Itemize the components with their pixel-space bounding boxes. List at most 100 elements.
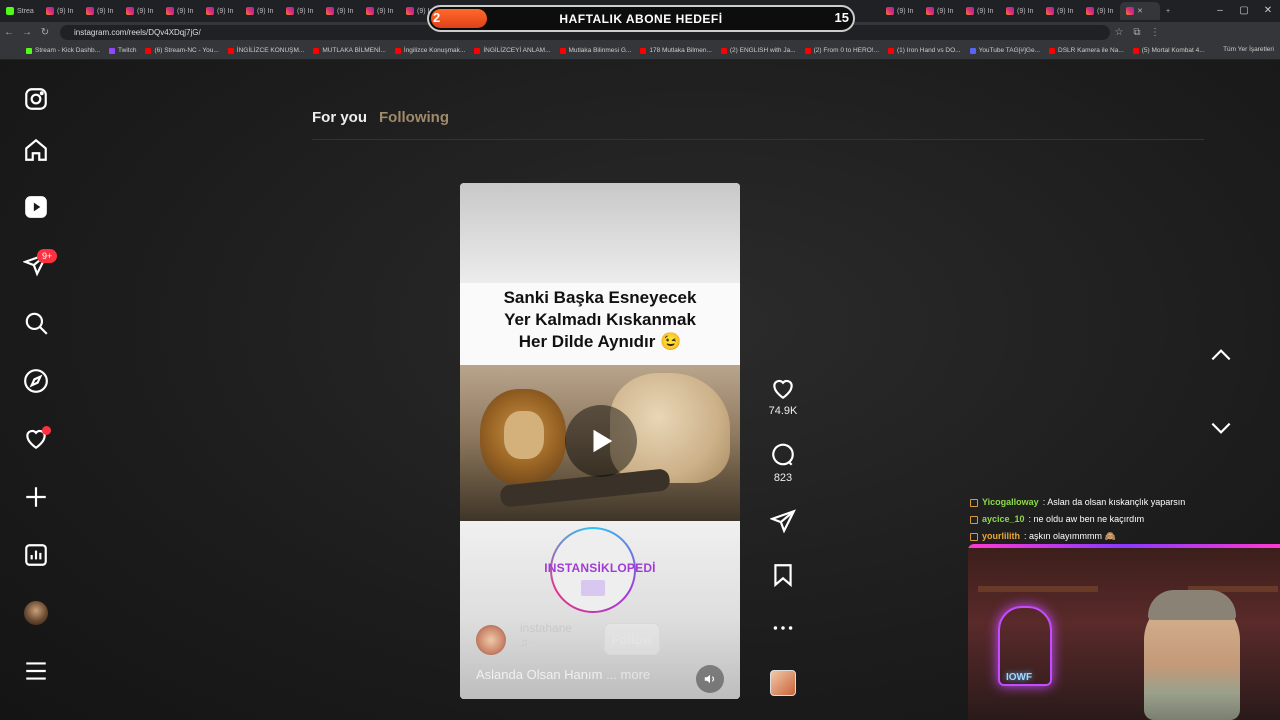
- tab-following[interactable]: Following: [379, 109, 449, 126]
- bookmark-item[interactable]: MUTLAKA BİLMENİ...: [313, 47, 386, 54]
- instagram-favicon-icon: [326, 7, 334, 15]
- bookmark-item[interactable]: Stream - Kick Dashb...: [26, 47, 100, 54]
- ellipsis-icon[interactable]: [770, 615, 796, 641]
- like-action[interactable]: 74.9K: [766, 375, 800, 417]
- streamer-webcam: IOWF: [968, 544, 1280, 720]
- tab-title: (9) In: [177, 7, 194, 15]
- bookmark-item[interactable]: İngilizce Konuşmak...: [394, 47, 465, 54]
- browser-tab[interactable]: (9) In: [200, 2, 240, 20]
- browser-tab[interactable]: (9) In: [80, 2, 120, 20]
- mute-button[interactable]: [696, 665, 724, 693]
- goal-label: HAFTALIK ABONE HEDEFİ: [559, 12, 723, 26]
- next-reel-button[interactable]: [1208, 415, 1234, 441]
- reload-icon[interactable]: ↻: [36, 27, 54, 38]
- maximize-icon[interactable]: ▢: [1232, 0, 1256, 22]
- browser-tab[interactable]: (9) In: [240, 2, 280, 20]
- bookmark-item[interactable]: Twitch: [109, 47, 136, 54]
- audio-thumbnail[interactable]: [770, 670, 796, 696]
- browser-tab[interactable]: (9) In: [160, 2, 200, 20]
- bookmark-item[interactable]: (1) Iron Hand vs DO...: [888, 47, 961, 54]
- forward-icon[interactable]: →: [18, 27, 36, 38]
- stream-chat-overlay: Yicogalloway: Aslan da olsan kıskançlık …: [970, 494, 1185, 545]
- star-icon[interactable]: ☆: [1110, 27, 1128, 38]
- bookmark-item[interactable]: (2) From 0 to HERO!...: [804, 47, 879, 54]
- bookmark-item[interactable]: (5) Mortal Kombat 4...: [1132, 47, 1205, 54]
- browser-tab[interactable]: (9) In: [1000, 2, 1040, 20]
- browser-tab[interactable]: (9) In: [880, 2, 920, 20]
- chat-badge-icon: [970, 532, 978, 541]
- browser-tab[interactable]: (9) In: [40, 2, 80, 20]
- bookmark-item[interactable]: İNGİLİZCE KONUŞM...: [227, 47, 304, 54]
- tab-title: Strea: [17, 7, 34, 15]
- bookmarks-bar: Stream - Kick Dashb... Twitch (6) Stream…: [0, 42, 1280, 60]
- bookmark-item[interactable]: DSLR Kamera ile Na...: [1049, 47, 1124, 54]
- browser-tab[interactable]: (9) In: [920, 2, 960, 20]
- tab-close-icon[interactable]: ✕: [1137, 7, 1143, 15]
- browser-tab[interactable]: (9) In: [1080, 2, 1120, 20]
- share-action[interactable]: [766, 508, 800, 534]
- menu-icon[interactable]: ⋮: [1146, 27, 1164, 38]
- tab-title: (9) In: [257, 7, 274, 15]
- instagram-favicon-icon: [206, 7, 214, 15]
- instagram-logo-icon[interactable]: [22, 85, 50, 113]
- browser-tab-active[interactable]: ✕: [1120, 2, 1160, 20]
- browser-tab[interactable]: (9) In: [360, 2, 400, 20]
- comment-icon[interactable]: [770, 442, 796, 468]
- share-icon[interactable]: [770, 508, 796, 534]
- search-icon[interactable]: [22, 309, 50, 337]
- youtube-icon: [888, 47, 894, 54]
- explore-icon[interactable]: [22, 367, 50, 395]
- comment-action[interactable]: 823: [766, 442, 800, 484]
- chat-text: : aşkın olayımmmm 🙈: [1024, 531, 1116, 541]
- browser-tab[interactable]: (9) In: [280, 2, 320, 20]
- back-icon[interactable]: ←: [0, 27, 18, 38]
- follow-button[interactable]: Follow: [604, 623, 660, 655]
- bookmark-icon[interactable]: [770, 562, 796, 588]
- more-options-action[interactable]: [766, 615, 800, 641]
- extensions-icon[interactable]: ⧉: [1128, 27, 1146, 38]
- reels-icon[interactable]: [22, 193, 50, 221]
- bookmark-item[interactable]: (6) Stream-NC - You...: [145, 47, 219, 54]
- browser-tab[interactable]: (9) In: [960, 2, 1000, 20]
- chat-badge-icon: [970, 515, 978, 524]
- youtube-icon: [640, 47, 647, 54]
- close-window-icon[interactable]: ✕: [1256, 0, 1280, 22]
- bookmark-item[interactable]: YouTube TAG[#]Ge...: [969, 47, 1040, 54]
- create-plus-icon[interactable]: [22, 483, 50, 511]
- browser-tab-kick[interactable]: Strea: [0, 2, 40, 20]
- browser-tab[interactable]: (9) In: [120, 2, 160, 20]
- bookmark-item[interactable]: (2) ENGLISH with Ja...: [720, 47, 796, 54]
- more-menu-icon[interactable]: [22, 657, 50, 685]
- home-icon[interactable]: [22, 136, 50, 164]
- browser-tab[interactable]: (9) In: [1040, 2, 1080, 20]
- author-name[interactable]: instahane: [520, 621, 572, 635]
- reel-card[interactable]: Sanki Başka Esneyecek Yer Kalmadı Kıskan…: [460, 183, 740, 699]
- new-tab-button[interactable]: +: [1160, 2, 1200, 20]
- bookmark-item[interactable]: İNGİLİZCEYİ ANLAM...: [474, 47, 551, 54]
- reel-video-frame[interactable]: [460, 365, 740, 521]
- brand-logo-text: INSTANSİKLOPEDİ: [544, 561, 656, 575]
- tab-title: (9) In: [97, 7, 114, 15]
- minimize-icon[interactable]: –: [1208, 0, 1232, 22]
- browser-tab[interactable]: (9) In: [320, 2, 360, 20]
- caption-line: Her Dilde Aynıdır 😉: [518, 332, 682, 351]
- tab-title: (9) In: [1057, 7, 1074, 15]
- bookmark-item[interactable]: 178 Mutlaka Bilmen...: [640, 47, 712, 54]
- author-avatar[interactable]: [476, 625, 506, 655]
- dashboard-chart-icon[interactable]: [22, 541, 50, 569]
- tab-for-you[interactable]: For you: [312, 109, 367, 126]
- feed-tabs: For you Following: [312, 109, 449, 126]
- more-link[interactable]: ... more: [606, 667, 650, 682]
- bookmark-item[interactable]: Mutlaka Bilinmesi G...: [559, 47, 631, 54]
- music-info[interactable]: ♫ ·: [520, 637, 535, 649]
- save-action[interactable]: [766, 562, 800, 588]
- previous-reel-button[interactable]: [1208, 342, 1234, 368]
- tab-title: (9) In: [57, 7, 74, 15]
- heart-icon[interactable]: [770, 375, 796, 401]
- all-bookmarks[interactable]: Tüm Yer İşaretleri: [1223, 46, 1274, 53]
- youtube-icon: [145, 47, 152, 54]
- chevron-down-icon: [1211, 422, 1231, 434]
- play-button[interactable]: [565, 405, 637, 477]
- profile-avatar[interactable]: [24, 601, 48, 625]
- webcam-led-strip: [968, 544, 1280, 548]
